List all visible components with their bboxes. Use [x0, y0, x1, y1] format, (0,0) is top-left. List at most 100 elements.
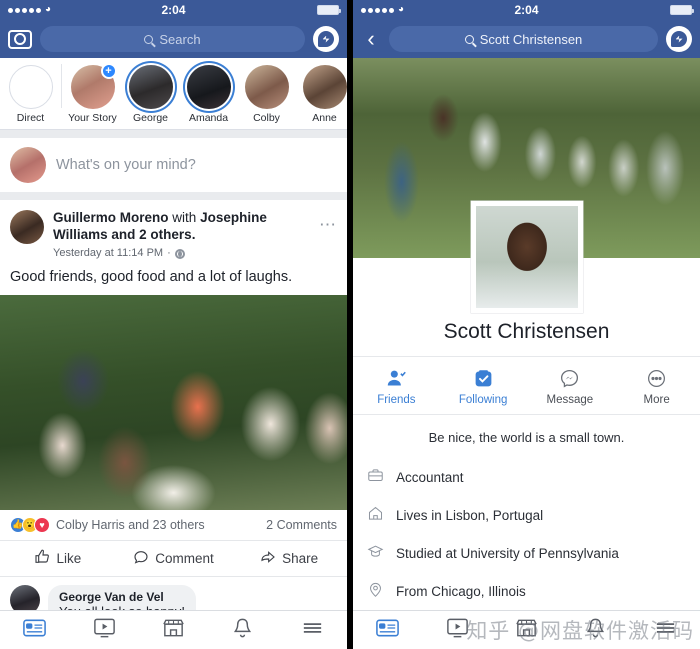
- tab-notifications[interactable]: [561, 617, 630, 644]
- composer-placeholder: What's on your mind?: [56, 157, 196, 173]
- post-reactions-bar: 👍 😮 ♥ Colby Harris and 23 others 2 Comme…: [0, 510, 347, 541]
- tab-watch[interactable]: [422, 617, 491, 644]
- story-item-direct[interactable]: Direct: [2, 65, 59, 124]
- page-title: Scott Christensen: [443, 320, 610, 343]
- comment-bubble-icon: [133, 549, 149, 568]
- search-input[interactable]: Search: [40, 26, 305, 52]
- marketplace-store-icon: [161, 617, 186, 644]
- status-bar-time: 2:04: [161, 3, 186, 17]
- detail-row-lives-in[interactable]: Lives in Lisbon, Portugal: [367, 496, 686, 534]
- avatar[interactable]: [10, 210, 44, 244]
- battery-icon: [317, 5, 341, 15]
- tab-notifications[interactable]: [208, 617, 277, 644]
- tab-news-feed[interactable]: [353, 617, 422, 644]
- status-bar-right: ◕ 2:04: [353, 0, 700, 20]
- dual-phone-screenshot: ◕ 2:04 Search Direct + Your Story George…: [0, 0, 700, 649]
- following-label: Following: [458, 394, 508, 406]
- profile-bio: Be nice, the world is a small town.: [428, 430, 625, 445]
- battery-icon: [670, 5, 694, 15]
- add-story-plus-icon[interactable]: +: [100, 63, 117, 79]
- tab-marketplace[interactable]: [139, 617, 208, 644]
- messenger-icon[interactable]: [313, 26, 339, 52]
- status-composer[interactable]: What's on your mind?: [0, 138, 347, 192]
- story-label: Amanda: [188, 112, 229, 124]
- post-tagged-tail[interactable]: and 2 others.: [111, 227, 195, 242]
- share-label: Share: [282, 550, 319, 566]
- post-author-name[interactable]: Guillermo Moreno: [53, 210, 169, 225]
- story-item-george[interactable]: George: [122, 65, 179, 124]
- tab-menu[interactable]: [278, 617, 347, 644]
- tab-news-feed[interactable]: [0, 617, 69, 644]
- post-action-bar: Like Comment Share: [0, 541, 347, 577]
- story-item-anne[interactable]: Anne: [296, 65, 347, 124]
- story-item-amanda[interactable]: Amanda: [180, 65, 237, 124]
- share-arrow-icon: [260, 549, 276, 568]
- more-label: More: [643, 394, 670, 406]
- story-item-your-story[interactable]: + Your Story: [64, 63, 121, 124]
- feed-spacer: [0, 192, 347, 200]
- search-icon: [464, 34, 474, 44]
- facebook-top-nav-left: Search: [0, 20, 347, 58]
- detail-row-from[interactable]: From Chicago, Illinois: [367, 572, 686, 610]
- following-check-icon: [440, 366, 527, 390]
- status-bar-left: ◕ 2:04: [0, 0, 347, 20]
- detail-row-education[interactable]: Studied at University of Pennsylvania: [367, 534, 686, 572]
- more-options-icon[interactable]: ⋯: [319, 210, 337, 233]
- location-pin-icon: [367, 581, 384, 601]
- avatar[interactable]: [10, 147, 46, 183]
- comments-count[interactable]: 2 Comments: [266, 518, 337, 532]
- detail-text: Studied at University of Pennsylvania: [396, 545, 619, 561]
- reaction-icons: 👍 😮 ♥: [10, 516, 50, 533]
- watch-video-icon: [92, 617, 117, 644]
- commenter-name[interactable]: George Van de Vel: [59, 590, 185, 604]
- search-value-text: Scott Christensen: [479, 31, 583, 47]
- message-button[interactable]: Message: [527, 366, 614, 406]
- post-connector: with: [172, 210, 197, 225]
- post-timestamp: Yesterday at 11:14 PM: [53, 246, 164, 259]
- tab-watch[interactable]: [69, 617, 138, 644]
- search-input[interactable]: Scott Christensen: [389, 26, 658, 52]
- bottom-tab-bar-right: [353, 610, 700, 649]
- story-label: Colby: [253, 112, 280, 124]
- marketplace-store-icon: [514, 617, 539, 644]
- stories-divider: [61, 63, 62, 108]
- comment-label: Comment: [155, 550, 214, 566]
- message-label: Message: [546, 394, 594, 406]
- following-button[interactable]: Following: [440, 366, 527, 406]
- back-chevron-icon[interactable]: ‹: [361, 28, 381, 50]
- cover-photo[interactable]: [353, 58, 700, 313]
- story-label: George: [132, 112, 169, 124]
- friends-button[interactable]: Friends: [353, 366, 440, 406]
- status-bar-time: 2:04: [514, 3, 539, 17]
- stories-tray[interactable]: Direct + Your Story George Amanda Colby: [0, 58, 347, 130]
- tab-menu[interactable]: [631, 617, 700, 644]
- profile-photo[interactable]: [470, 201, 583, 313]
- messenger-outline-icon: [527, 366, 614, 390]
- more-dots-icon: [613, 366, 700, 390]
- like-button[interactable]: Like: [0, 549, 116, 568]
- comment-button[interactable]: Comment: [116, 549, 232, 568]
- graduation-cap-icon: [367, 543, 384, 563]
- facebook-top-nav-right: ‹ Scott Christensen: [353, 20, 700, 58]
- tab-marketplace[interactable]: [492, 617, 561, 644]
- detail-text: Lives in Lisbon, Portugal: [396, 507, 544, 523]
- meta-separator: ·: [167, 246, 171, 259]
- post-photo[interactable]: [0, 294, 347, 510]
- detail-row-work[interactable]: Accountant: [367, 458, 686, 496]
- share-button[interactable]: Share: [231, 549, 347, 568]
- more-button[interactable]: More: [613, 366, 700, 406]
- post-header: Guillermo Moreno with Josephine Williams…: [0, 200, 347, 265]
- hamburger-menu-icon: [300, 617, 325, 644]
- watch-video-icon: [445, 617, 470, 644]
- story-item-colby[interactable]: Colby: [238, 65, 295, 124]
- friends-label: Friends: [377, 394, 416, 406]
- hamburger-menu-icon: [653, 617, 678, 644]
- search-placeholder-text: Search: [159, 31, 201, 47]
- post-author-line: Guillermo Moreno with Josephine Williams…: [53, 210, 310, 261]
- messenger-icon[interactable]: [666, 26, 692, 52]
- reaction-summary[interactable]: Colby Harris and 23 others: [56, 518, 205, 532]
- story-label: Your Story: [68, 112, 117, 124]
- camera-icon[interactable]: [8, 29, 32, 49]
- home-icon: [367, 505, 384, 525]
- bottom-tab-bar-left: [0, 610, 347, 649]
